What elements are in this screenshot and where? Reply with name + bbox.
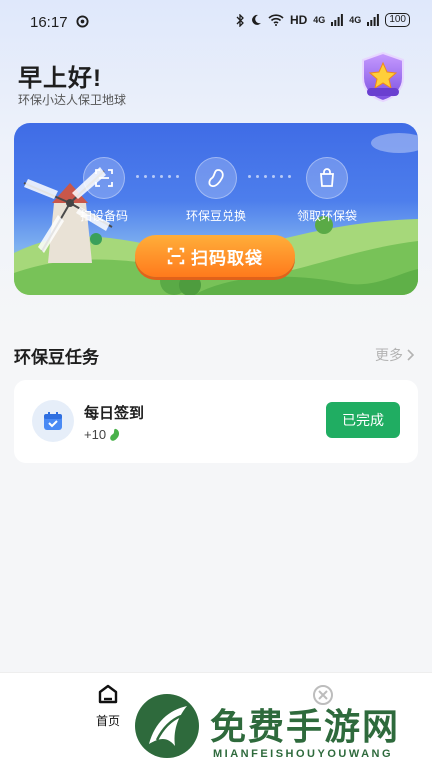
signal-icon-2	[367, 14, 380, 26]
task-icon-wrapper	[32, 400, 74, 442]
scan-icon	[167, 247, 185, 265]
home-icon	[98, 684, 118, 704]
bag-icon	[320, 168, 334, 187]
signal-icon-1	[331, 14, 344, 26]
feature-label: 环保豆兑换	[185, 209, 246, 223]
feature-scan-device[interactable]: 扫设备码	[54, 157, 154, 224]
signal-label-1: 4G	[313, 15, 326, 25]
watermark-title: 免费手游网	[210, 706, 401, 747]
greeting-title: 早上好!	[18, 65, 102, 92]
feature-label: 扫设备码	[79, 209, 128, 223]
feature-get-bag[interactable]: 领取环保袋	[277, 157, 377, 224]
tasks-section-title: 环保豆任务	[14, 348, 99, 367]
chevron-right-icon	[407, 349, 414, 361]
nav-home[interactable]: 首页	[88, 683, 128, 729]
task-card-daily-checkin: 每日签到 +10 已完成	[14, 380, 418, 463]
badge-shield-icon	[362, 51, 404, 103]
signal-label-2: 4G	[349, 15, 362, 25]
task-completed-button[interactable]: 已完成	[326, 402, 400, 438]
scan-get-bag-button[interactable]: 扫码取袋	[135, 235, 295, 277]
feature-bean-exchange[interactable]: 环保豆兑换	[166, 157, 266, 224]
greeting-subtitle: 环保小达人保卫地球	[18, 93, 127, 107]
hero-banner: 扫设备码 环保豆兑换 领取环保袋 扫码取袋	[14, 123, 418, 295]
task-title: 每日签到	[84, 405, 145, 422]
green-bean-icon	[110, 428, 120, 441]
status-time: 16:17	[30, 14, 68, 31]
bluetooth-icon	[236, 13, 244, 27]
network-label: HD	[289, 13, 308, 27]
battery-indicator: 100	[385, 13, 410, 27]
watermark-logo	[135, 694, 199, 758]
app-notification-icon	[76, 15, 89, 28]
feature-label: 领取环保袋	[296, 209, 357, 223]
more-label: 更多	[375, 347, 403, 363]
eco-guardian-badge[interactable]	[356, 50, 410, 104]
bean-icon	[208, 169, 224, 188]
status-bar: 16:17 HD 4G 4G 100	[0, 0, 432, 38]
wifi-icon	[268, 14, 284, 26]
task-reward-value: +10	[84, 427, 107, 442]
nav-home-label: 首页	[95, 714, 120, 728]
scan-icon	[95, 169, 113, 187]
task-reward: +10	[84, 427, 121, 442]
do-not-disturb-icon	[252, 14, 261, 25]
status-icons: HD 4G 4G 100	[236, 13, 410, 27]
scan-button-label: 扫码取袋	[191, 248, 263, 268]
watermark-subtitle: MIANFEISHOUYOUWANG	[213, 748, 394, 760]
more-tasks-link[interactable]: 更多	[375, 345, 414, 365]
calendar-check-icon	[44, 412, 62, 430]
